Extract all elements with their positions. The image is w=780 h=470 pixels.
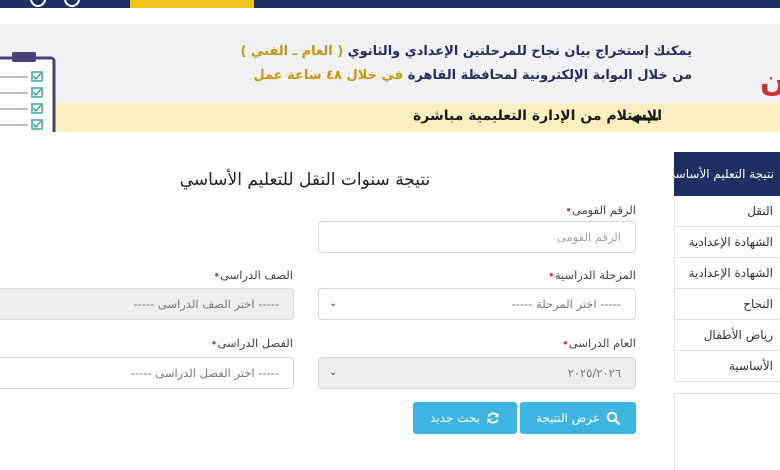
term-label: الفصل الدراسى• <box>208 336 293 350</box>
grade-select[interactable]: ----- اختر الصف الدراسى ----- <box>0 288 294 320</box>
year-select[interactable]: ٢٠٢٥/٢٠٢٦ ⌄ <box>318 357 636 389</box>
banner-line-1-text: يمكنك إستخراج بيان نجاح للمرحلتين الإعدا… <box>347 44 692 59</box>
banner-line-3: الإستلام من الإدارة التعليمية مباشرة <box>413 108 662 124</box>
sidebar-item-preparatory-certificate-2[interactable]: الشهادة الإعدادية <box>674 258 780 289</box>
nav-circle-icon[interactable] <box>64 0 80 7</box>
announcement-banner: يمكنك إستخراج بيان نجاح للمرحلتين الإعدا… <box>0 24 780 132</box>
top-navigation-bar <box>0 0 780 8</box>
show-result-button[interactable]: عرض النتيجة <box>520 402 636 434</box>
arrow-left-icon <box>630 114 658 124</box>
national-id-label-text: الرقم القومى <box>571 203 636 217</box>
year-label-text: العام الدراسى <box>568 336 636 350</box>
nav-circle-icon[interactable] <box>30 0 46 7</box>
sidebar-item-basic[interactable]: الأساسية <box>674 351 780 382</box>
chevron-down-icon: ⌄ <box>329 367 338 378</box>
year-select-value: ٢٠٢٥/٢٠٢٦ <box>567 366 621 380</box>
sidebar-item-preparatory-certificate[interactable]: الشهادة الإعدادية <box>674 227 780 258</box>
new-search-button[interactable]: بحث جديد <box>413 402 517 434</box>
new-search-label: بحث جديد <box>429 411 481 425</box>
search-icon <box>606 411 621 425</box>
sidebar-item-transfer[interactable]: النقل <box>674 196 780 227</box>
stage-select-value: ----- اختر المرحلة ----- <box>511 297 621 311</box>
page-title: نتيجة سنوات النقل للتعليم الأساسي <box>179 170 431 190</box>
chevron-down-icon: ⌄ <box>329 298 338 309</box>
term-label-text: الفصل الدراسى <box>217 336 293 350</box>
stage-label-text: المرحلة الدراسية <box>554 268 636 282</box>
grade-select-value: ----- اختر الصف الدراسى ----- <box>133 297 279 311</box>
required-marker: • <box>548 268 555 282</box>
sidebar-header: نتيجة التعليم الأساسي <box>674 152 780 196</box>
show-result-label: عرض النتيجة <box>535 411 601 425</box>
refresh-icon <box>487 412 499 424</box>
grade-label-text: الصف الدراسى <box>220 268 293 282</box>
term-select[interactable]: ----- اختر الفصل الدراسى ----- <box>0 357 294 389</box>
stage-select[interactable]: ----- اختر المرحلة ----- ⌄ <box>318 288 636 320</box>
banner-line-2-highlight: في خلال ٤٨ ساعة عمل <box>253 68 404 83</box>
term-select-value: ----- اختر الفصل الدراسى ----- <box>130 366 279 380</box>
active-nav-tab[interactable] <box>130 0 254 8</box>
sidebar-panel <box>674 393 780 470</box>
required-marker: • <box>565 203 572 217</box>
sidebar-menu: نتيجة التعليم الأساسي النقل الشهادة الإع… <box>674 152 780 382</box>
national-id-label: الرقم القومى• <box>562 203 636 217</box>
banner-line-1: يمكنك إستخراج بيان نجاح للمرحلتين الإعدا… <box>240 44 692 59</box>
sidebar-item-kindergarten[interactable]: رياض الأطفال <box>674 320 780 351</box>
national-id-input[interactable] <box>318 221 636 253</box>
banner-strip <box>0 103 780 132</box>
banner-line-2-text: من خلال البوابة الإلكترونية لمحافظة القا… <box>407 68 692 83</box>
stage-label: المرحلة الدراسية• <box>545 268 636 282</box>
grade-label: الصف الدراسى• <box>210 268 293 282</box>
logo-fragment: ن <box>760 64 780 99</box>
banner-line-1-highlight: ( العام ـ الفني ) <box>240 44 344 59</box>
year-label: العام الدراسى• <box>559 336 636 350</box>
sidebar-item-success[interactable]: النجاح <box>674 289 780 320</box>
clipboard-checklist-icon <box>0 52 56 132</box>
banner-line-2: من خلال البوابة الإلكترونية لمحافظة القا… <box>253 68 692 83</box>
required-marker: • <box>561 336 569 350</box>
